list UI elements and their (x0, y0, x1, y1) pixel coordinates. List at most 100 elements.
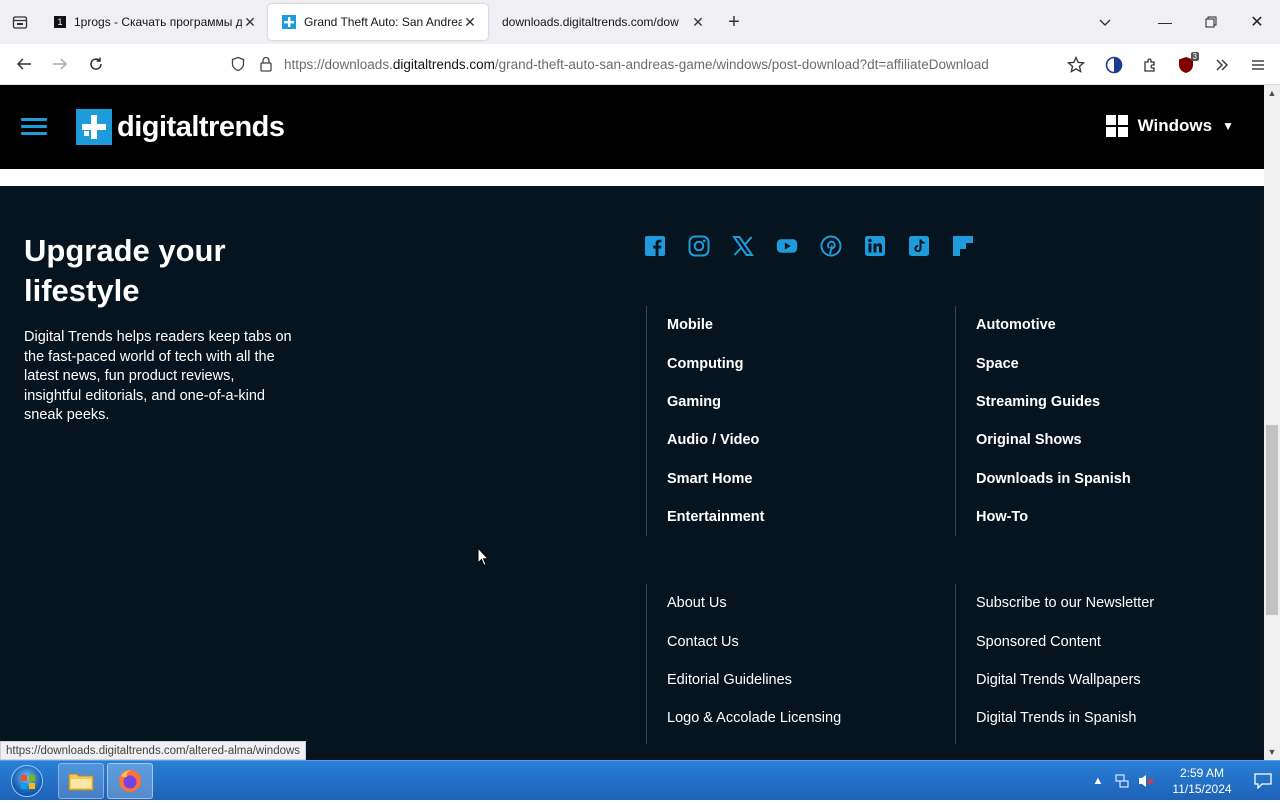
page-scrollbar[interactable]: ▲ ▼ (1264, 85, 1280, 760)
close-tab-icon[interactable]: ✕ (242, 14, 258, 31)
footer-categories-right: Automotive Space Streaming Guides Origin… (955, 306, 1131, 536)
footer-link-entertainment[interactable]: Entertainment (647, 498, 765, 536)
tracking-protection-shield-icon[interactable] (228, 54, 248, 74)
footer-link-newsletter[interactable]: Subscribe to our Newsletter (956, 584, 1154, 622)
footer-link-downloads-in-spanish[interactable]: Downloads in Spanish (956, 460, 1131, 498)
action-center-button[interactable] (1246, 761, 1280, 801)
site-logo[interactable]: digitaltrends (76, 109, 285, 145)
list-all-tabs-button[interactable] (1082, 0, 1128, 44)
footer-link-wallpapers[interactable]: Digital Trends Wallpapers (956, 661, 1154, 699)
volume-muted-icon[interactable] (1134, 769, 1158, 793)
restore-icon (1205, 16, 1217, 28)
firefox-icon (119, 770, 141, 792)
system-clock[interactable]: 2:59 AM 11/15/2024 (1164, 765, 1240, 797)
close-window-button[interactable]: ✕ (1234, 0, 1280, 44)
x-icon[interactable] (732, 235, 754, 257)
scroll-up-icon[interactable]: ▲ (1264, 85, 1280, 101)
footer-link-original-shows[interactable]: Original Shows (956, 421, 1131, 459)
reload-button[interactable] (78, 48, 114, 80)
caret-down-icon: ▼ (1222, 119, 1234, 133)
youtube-icon[interactable] (776, 235, 798, 257)
footer-link-contact-us[interactable]: Contact Us (647, 622, 841, 660)
close-tab-icon[interactable]: ✕ (462, 14, 478, 31)
new-tab-button[interactable]: + (716, 4, 752, 40)
taskbar-file-explorer[interactable] (58, 763, 104, 799)
chevron-down-icon (1099, 19, 1111, 26)
tab-title: 1progs - Скачать программы д (74, 15, 242, 29)
star-icon (1067, 55, 1085, 73)
os-selector-label: Windows (1137, 116, 1213, 135)
url-host: digitaltrends.com (392, 56, 495, 72)
instagram-icon[interactable] (688, 235, 710, 257)
windows-orb-icon (11, 765, 43, 797)
minimize-button[interactable]: — (1142, 0, 1188, 44)
close-icon: ✕ (1250, 14, 1264, 31)
extension-badge: 3 (1190, 51, 1199, 61)
navigation-bar: https://downloads.digitaltrends.com/gran… (0, 44, 1280, 85)
dark-reader-extension-button[interactable] (1096, 49, 1132, 81)
site-menu-icon[interactable] (21, 118, 47, 136)
footer-link-gaming[interactable]: Gaming (647, 383, 765, 421)
facebook-icon[interactable] (644, 235, 666, 257)
footer-title: Upgrade your lifestyle (24, 233, 226, 308)
mouse-cursor-icon (477, 547, 489, 567)
app-menu-button[interactable] (1240, 49, 1276, 81)
minimize-icon: — (1158, 14, 1172, 30)
toolbar-right: 3 (1058, 44, 1280, 85)
scrollbar-thumb[interactable] (1266, 425, 1278, 615)
contrast-icon (1105, 56, 1123, 73)
footer-description: Digital Trends helps readers keep tabs o… (24, 329, 292, 423)
restore-button[interactable] (1188, 0, 1234, 44)
footer-link-mobile[interactable]: Mobile (647, 306, 765, 344)
more-tools-button[interactable] (1204, 49, 1240, 81)
tab-downloads-digitaltrends[interactable]: downloads.digitaltrends.com/dow ✕ (488, 4, 716, 40)
url-text[interactable]: https://downloads.digitaltrends.com/gran… (284, 57, 989, 72)
footer-link-sponsored-content[interactable]: Sponsored Content (956, 622, 1154, 660)
scroll-down-icon[interactable]: ▼ (1264, 744, 1280, 760)
reload-icon (90, 57, 102, 70)
network-icon[interactable] (1110, 769, 1134, 793)
footer-link-logo-licensing[interactable]: Logo & Accolade Licensing (647, 699, 841, 737)
footer-link-how-to[interactable]: How-To (956, 498, 1131, 536)
footer-link-streaming-guides[interactable]: Streaming Guides (956, 383, 1131, 421)
taskbar-firefox[interactable] (107, 763, 153, 799)
footer-link-about-us[interactable]: About Us (647, 584, 841, 622)
puzzle-icon (1144, 57, 1155, 72)
forward-button[interactable] (42, 48, 78, 80)
footer-link-automotive[interactable]: Automotive (956, 306, 1131, 344)
site-header: digitaltrends Windows ▼ (0, 85, 1264, 169)
close-tab-icon[interactable]: ✕ (690, 14, 706, 31)
tab-gta-san-andreas[interactable]: Grand Theft Auto: San Andreas ✕ (268, 4, 488, 40)
plus-icon: + (728, 10, 740, 33)
footer-link-smart-home[interactable]: Smart Home (647, 460, 765, 498)
bookmark-star-button[interactable] (1058, 49, 1094, 81)
tiktok-icon[interactable] (908, 235, 930, 257)
digitaltrends-logo-icon (76, 109, 112, 145)
flipboard-icon[interactable] (952, 235, 974, 257)
hamburger-menu-icon (1252, 59, 1264, 70)
os-selector-dropdown[interactable]: Windows ▼ (1105, 115, 1234, 137)
back-button[interactable] (6, 48, 42, 80)
footer-link-computing[interactable]: Computing (647, 344, 765, 382)
folder-icon (68, 773, 94, 791)
start-button[interactable] (5, 763, 49, 799)
link-status-bar: https://downloads.digitaltrends.com/alte… (0, 741, 307, 760)
lock-icon[interactable] (256, 54, 276, 74)
footer-link-audio-video[interactable]: Audio / Video (647, 421, 765, 459)
tab-overview-button[interactable] (0, 0, 40, 44)
footer-link-space[interactable]: Space (956, 344, 1131, 382)
windows-taskbar: ▲ 2:59 AM 11/15/2024 (0, 760, 1280, 800)
address-bar[interactable]: https://downloads.digitaltrends.com/gran… (228, 48, 1028, 80)
footer-link-digital-trends-spanish[interactable]: Digital Trends in Spanish (956, 699, 1154, 737)
clock-time: 2:59 AM (1179, 766, 1225, 780)
footer-company-links-left: About Us Contact Us Editorial Guidelines… (646, 584, 841, 744)
ublock-origin-button[interactable]: 3 (1168, 49, 1204, 81)
tab-title: Grand Theft Auto: San Andreas (304, 15, 462, 29)
pinterest-icon[interactable] (820, 235, 842, 257)
show-hidden-icons-button[interactable]: ▲ (1086, 769, 1110, 793)
extensions-button[interactable] (1132, 49, 1168, 81)
tab-1progs[interactable]: 1 1progs - Скачать программы д ✕ (40, 4, 268, 40)
linkedin-icon[interactable] (864, 235, 886, 257)
footer-link-editorial-guidelines[interactable]: Editorial Guidelines (647, 661, 841, 699)
back-arrow-icon (16, 58, 31, 70)
